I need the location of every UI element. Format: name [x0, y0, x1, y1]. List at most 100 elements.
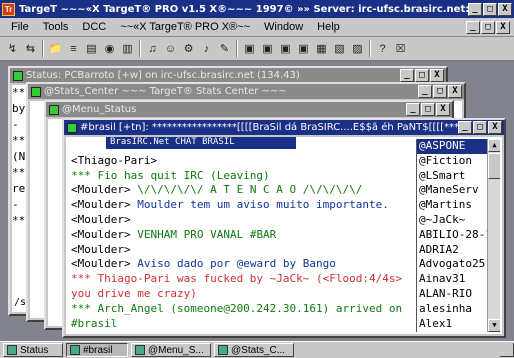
chat-line	[71, 139, 437, 154]
taskbar-button[interactable]: #brasil	[66, 343, 128, 357]
nick-list-scrollbar[interactable]: ▲ ▼	[487, 139, 500, 332]
chat-nick[interactable]: <Moulder>	[71, 257, 131, 270]
menu-file[interactable]: File	[4, 21, 36, 33]
menu-status-title: @Menu_Status	[62, 104, 137, 115]
chat-log[interactable]: <Thiago-Pari> *** Fio has quit IRC (Leavi…	[68, 139, 440, 332]
menu-window[interactable]: Window	[257, 21, 310, 33]
notify-icon[interactable]: ♫	[144, 40, 161, 57]
chat-message: you drive me crazy)	[71, 286, 197, 300]
stats-minimize-button[interactable]: _	[418, 85, 432, 98]
globe-icon[interactable]: ◉	[101, 40, 118, 57]
menu-status-close-button[interactable]: X	[436, 103, 450, 116]
status-window-titlebar[interactable]: Status: PCBarroto [+w] on irc-ufsc.brasi…	[10, 68, 446, 83]
window-icon[interactable]: ▣	[241, 40, 258, 57]
options-icon[interactable]: ≡	[65, 40, 82, 57]
status-maximize-button[interactable]: □	[415, 69, 429, 82]
channel-window-title: #brasil [+tn]: *****************[[[[BraS…	[80, 122, 458, 133]
channel-window[interactable]: #brasil [+tn]: *****************[[[[BraS…	[62, 118, 506, 338]
chat-nick[interactable]: <Moulder>	[71, 243, 131, 256]
chat-message: *** Arch_Angel (someone@200.242.30.161) …	[71, 301, 403, 315]
chat-line: *** Arch_Angel (someone@200.242.30.161) …	[71, 302, 437, 317]
menu-tools[interactable]: Tools	[36, 21, 76, 33]
channels-icon[interactable]: ▥	[119, 40, 136, 57]
folder-icon[interactable]: 📁	[47, 40, 64, 57]
taskbar-button[interactable]: @Stats_C...	[214, 343, 294, 357]
menu-bar: File Tools DCC ~~«X TargeT® PRO X®~~ Win…	[0, 18, 514, 37]
channel-close-button[interactable]: X	[488, 121, 502, 134]
window-icon[interactable]: ▣	[277, 40, 294, 57]
chat-line: <Moulder> VENHAM PRO VANAL #BAR	[71, 228, 437, 243]
chat-line: <Moulder> Moulder tem um aviso muito imp…	[71, 198, 437, 213]
taskbar-button[interactable]: Status	[3, 343, 63, 357]
chat-line: *** Fio has quit IRC (Leaving)	[71, 169, 437, 184]
toolbar: ↯ ⇆ 📁 ≡ ▤ ◉ ▥ ♫ ☺ ⚙ ♪ ✎ ▣ ▣ ▣ ▣ ▦ ▧ ▨? ☒	[0, 37, 514, 61]
taskbar-label: @Menu_S...	[148, 344, 204, 356]
chat-nick[interactable]: <Moulder>	[71, 198, 131, 211]
chat-line: <Thiago-Pari>	[71, 154, 437, 169]
chat-nick[interactable]: <Moulder>	[71, 228, 131, 241]
menu-help[interactable]: Help	[310, 21, 347, 33]
menu-target-pro[interactable]: ~~«X TargeT® PRO X®~~	[113, 21, 257, 33]
toolbar-separator	[369, 40, 371, 57]
scroll-up-icon[interactable]: ▲	[488, 139, 500, 152]
status-minimize-button[interactable]: _	[400, 69, 414, 82]
taskbar-label: Status	[20, 344, 49, 356]
user-icon[interactable]: ☺	[162, 40, 179, 57]
arrange-icon[interactable]: ▨	[349, 40, 366, 57]
stats-center-title: @Stats_Center ~~~ TargeT® Stats Center ~…	[44, 86, 287, 97]
chat-nick[interactable]: <Moulder>	[71, 183, 131, 196]
minimize-button[interactable]: _	[468, 2, 482, 16]
tile-icon[interactable]: ▦	[313, 40, 330, 57]
chat-nick[interactable]: <Moulder>	[71, 213, 131, 226]
app-titlebar[interactable]: Tr TargeT ~~~«X TargeT® PRO v1.5 X®~~~ 1…	[0, 0, 514, 18]
sound-icon[interactable]: ♪	[198, 40, 215, 57]
exit-icon[interactable]: ☒	[392, 40, 409, 57]
channel-minimize-button[interactable]: _	[458, 121, 472, 134]
window-icon	[70, 345, 80, 355]
menu-status-titlebar[interactable]: @Menu_Status _ □ X	[46, 102, 452, 117]
nick-list[interactable]: @ASPONE @Fiction @LSmart @ManeServ @Martins @…	[416, 139, 500, 332]
chat-message: Moulder tem um aviso muito importante.	[130, 198, 389, 212]
resize-grip-icon[interactable]	[500, 343, 514, 357]
taskbar-button[interactable]: @Menu_S...	[131, 343, 211, 357]
scroll-down-icon[interactable]: ▼	[488, 319, 500, 332]
channel-window-titlebar[interactable]: #brasil [+tn]: *****************[[[[BraS…	[64, 120, 504, 135]
chat-nick[interactable]: <Thiago-Pari>	[71, 154, 157, 167]
menu-status-minimize-button[interactable]: _	[406, 103, 420, 116]
chat-message: *** Fio has quit IRC (Leaving)	[71, 168, 270, 182]
status-close-button[interactable]: X	[430, 69, 444, 82]
menu-status-maximize-button[interactable]: □	[421, 103, 435, 116]
channel-maximize-button[interactable]: □	[473, 121, 487, 134]
app-title: TargeT ~~~«X TargeT® PRO v1.5 X®~~~ 1997…	[19, 3, 468, 15]
close-button[interactable]: X	[498, 2, 512, 16]
toolbar-separator	[139, 40, 141, 57]
help-icon[interactable]: ?	[374, 40, 391, 57]
stats-center-titlebar[interactable]: @Stats_Center ~~~ TargeT® Stats Center ~…	[28, 84, 464, 99]
chat-message: \/\/\/\/\/ A T E N C A O /\/\/\/\/	[130, 183, 363, 197]
status-window-title: Status: PCBarroto [+w] on irc-ufsc.brasi…	[26, 70, 300, 81]
app-logo-icon[interactable]: Tr	[2, 2, 15, 16]
chat-line: #brasil	[71, 317, 437, 332]
channel-window-icon	[67, 122, 77, 133]
menu-dcc[interactable]: DCC	[75, 21, 113, 33]
toolbar-separator	[236, 40, 238, 57]
tools-icon[interactable]: ✎	[216, 40, 233, 57]
child-minimize-button[interactable]: _	[466, 20, 480, 34]
window-icon[interactable]: ▣	[295, 40, 312, 57]
stats-close-button[interactable]: X	[448, 85, 462, 98]
connect-icon[interactable]: ↯	[4, 40, 21, 57]
scroll-thumb[interactable]	[488, 153, 500, 179]
child-close-button[interactable]: X	[496, 20, 510, 34]
disconnect-icon[interactable]: ⇆	[22, 40, 39, 57]
chat-message: *** Thiago-Pari was fucked by ~JaCk~ (<F…	[71, 272, 403, 286]
window-icon	[218, 345, 228, 355]
child-maximize-button[interactable]: □	[481, 20, 495, 34]
window-icon[interactable]: ▣	[259, 40, 276, 57]
chat-line: <Moulder> Aviso dado por @eward by Bango	[71, 257, 437, 272]
cascade-icon[interactable]: ▧	[331, 40, 348, 57]
maximize-button[interactable]: □	[483, 2, 497, 16]
stats-maximize-button[interactable]: □	[433, 85, 447, 98]
list-icon[interactable]: ▤	[83, 40, 100, 57]
settings-icon[interactable]: ⚙	[180, 40, 197, 57]
taskbar-label: @Stats_C...	[231, 344, 286, 356]
